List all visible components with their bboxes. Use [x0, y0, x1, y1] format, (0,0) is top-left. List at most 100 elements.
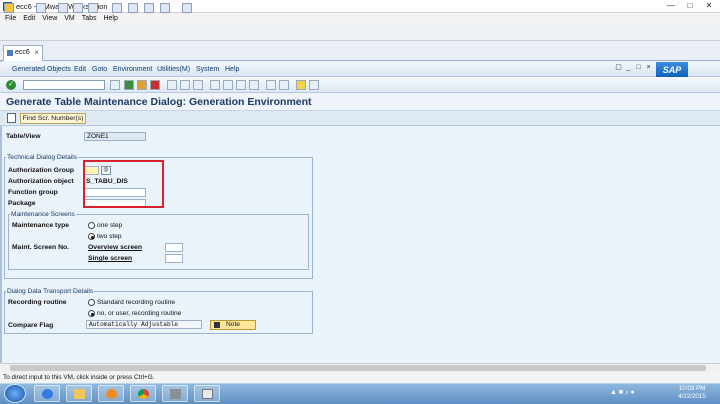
find-screen-numbers-button[interactable]: Find Scr. Number(s)	[20, 113, 86, 124]
compare-flag-field[interactable]: Automatically Adjustable	[86, 320, 202, 329]
clock-time: 10:03 PM	[678, 385, 706, 392]
one-step-label: one step	[97, 222, 123, 229]
vm-tab-strip	[0, 41, 720, 61]
sap-standard-toolbar	[0, 77, 720, 93]
scrollbar-thumb[interactable]	[10, 365, 706, 371]
note-label: Note	[226, 321, 240, 328]
close-icon[interactable]: ✕	[700, 1, 718, 11]
package-label: Package	[8, 200, 36, 207]
menu-sap-help[interactable]: Help	[225, 66, 239, 73]
screen-title-bar: Generate Table Maintenance Dialog: Gener…	[0, 93, 720, 111]
maximize-icon[interactable]: □	[681, 1, 699, 11]
sap-menu-bar: Generated Objects Edit Goto Environment …	[0, 62, 720, 77]
start-button[interactable]	[4, 384, 26, 403]
menu-file[interactable]: File	[5, 13, 16, 25]
technical-details-title: Technical Dialog Details	[6, 154, 78, 161]
taskbar-ie-icon[interactable]	[34, 385, 60, 402]
quick-switch-icon[interactable]	[128, 3, 138, 13]
snapshot-manager-icon[interactable]	[88, 3, 98, 13]
sap-logo: SAP	[656, 62, 688, 78]
shortcut-icon[interactable]	[279, 80, 289, 90]
menu-edit[interactable]: Edit	[23, 13, 35, 25]
minimize-icon[interactable]: —	[662, 1, 680, 11]
note-button[interactable]: Note	[210, 320, 256, 330]
create-session-icon[interactable]	[266, 80, 276, 90]
maint-screen-no-label: Maint. Screen No.	[12, 244, 70, 251]
vmware-status-bar: To direct input to this VM, click inside…	[0, 372, 720, 383]
vm-icon	[7, 50, 13, 56]
standard-recording-label: Standard recording routine	[97, 299, 176, 306]
menu-help[interactable]: Help	[103, 13, 117, 25]
last-page-icon[interactable]	[249, 80, 259, 90]
find-icon[interactable]	[180, 80, 190, 90]
taskbar-chrome-icon[interactable]	[130, 385, 156, 402]
application-toolbar	[0, 111, 720, 126]
user-recording-radio[interactable]	[88, 310, 95, 317]
single-screen-label: Single screen	[88, 255, 133, 262]
menu-tabs[interactable]: Tabs	[82, 13, 97, 25]
sap-close-icon[interactable]: ×	[644, 63, 653, 72]
one-step-radio[interactable]	[88, 222, 95, 229]
vmware-menu-bar: File Edit View VM Tabs Help	[0, 13, 720, 25]
layout-menu-icon[interactable]	[309, 80, 319, 90]
taskbar-media-player-icon[interactable]	[98, 385, 124, 402]
taskbar-vmware-icon[interactable]	[162, 385, 188, 402]
first-page-icon[interactable]	[210, 80, 220, 90]
menu-vm[interactable]: VM	[64, 13, 75, 25]
menu-environment[interactable]: Environment	[113, 66, 152, 73]
standard-recording-radio[interactable]	[88, 299, 95, 306]
menu-sap-edit[interactable]: Edit	[74, 66, 86, 73]
close-tab-icon[interactable]: ×	[34, 48, 39, 57]
function-group-label: Function group	[8, 189, 58, 196]
cancel-icon[interactable]	[150, 80, 160, 90]
taskbar-clock[interactable]: 10:03 PM 4/22/2015	[664, 385, 720, 402]
print-icon[interactable]	[36, 3, 46, 13]
taskbar-explorer-icon[interactable]	[66, 385, 92, 402]
sap-maximize-icon[interactable]: □	[634, 63, 643, 72]
authorization-group-label: Authorization Group	[8, 167, 75, 174]
maintenance-type-label: Maintenance type	[12, 222, 70, 229]
highlight-rectangle	[83, 160, 164, 208]
recording-routine-label: Recording routine	[8, 299, 67, 306]
menu-generated-objects[interactable]: Generated Objects	[12, 66, 71, 73]
menu-utilities[interactable]: Utilities(M)	[157, 66, 190, 73]
console-view-icon[interactable]	[182, 3, 192, 13]
transport-details-title: Dialog Data Transport Details	[6, 288, 95, 295]
tab-ecc6[interactable]: ecc6 ×	[3, 45, 43, 61]
document-icon[interactable]	[7, 113, 16, 123]
revert-snapshot-icon[interactable]	[73, 3, 83, 13]
vmware-toolbar	[0, 25, 720, 41]
taskbar-sap-logon-icon[interactable]	[194, 385, 220, 402]
customize-layout-icon[interactable]: ▢	[614, 63, 623, 72]
overview-screen-field[interactable]	[165, 243, 183, 252]
save-icon[interactable]	[110, 80, 120, 90]
tab-label: ecc6	[15, 49, 30, 56]
single-screen-field[interactable]	[165, 254, 183, 263]
system-tray-icons[interactable]: ▲ ■ ♪ ●	[610, 389, 658, 399]
previous-page-icon[interactable]	[223, 80, 233, 90]
full-screen-icon[interactable]	[144, 3, 154, 13]
enter-icon[interactable]: ✓	[6, 80, 16, 90]
power-icon[interactable]	[4, 3, 14, 13]
find-next-icon[interactable]	[193, 80, 203, 90]
two-step-radio[interactable]	[88, 233, 95, 240]
back-icon[interactable]	[124, 80, 134, 90]
next-page-icon[interactable]	[236, 80, 246, 90]
authorization-object-label: Authorization object	[8, 178, 74, 185]
menu-goto[interactable]: Goto	[92, 66, 107, 73]
menu-view[interactable]: View	[42, 13, 57, 25]
help-icon[interactable]	[296, 80, 306, 90]
print-sap-icon[interactable]	[167, 80, 177, 90]
sap-minimize-icon[interactable]: _	[624, 63, 633, 72]
menu-system[interactable]: System	[196, 66, 219, 73]
horizontal-scrollbar[interactable]	[0, 363, 720, 372]
compare-flag-label: Compare Flag	[8, 322, 54, 329]
snapshot-icon[interactable]	[58, 3, 68, 13]
exit-icon[interactable]	[137, 80, 147, 90]
command-field[interactable]	[23, 80, 105, 90]
status-text: To direct input to this VM, click inside…	[3, 374, 155, 381]
show-console-icon[interactable]	[112, 3, 122, 13]
page-title: Generate Table Maintenance Dialog: Gener…	[6, 96, 312, 108]
unity-icon[interactable]	[160, 3, 170, 13]
overview-screen-label: Overview screen	[88, 244, 143, 251]
